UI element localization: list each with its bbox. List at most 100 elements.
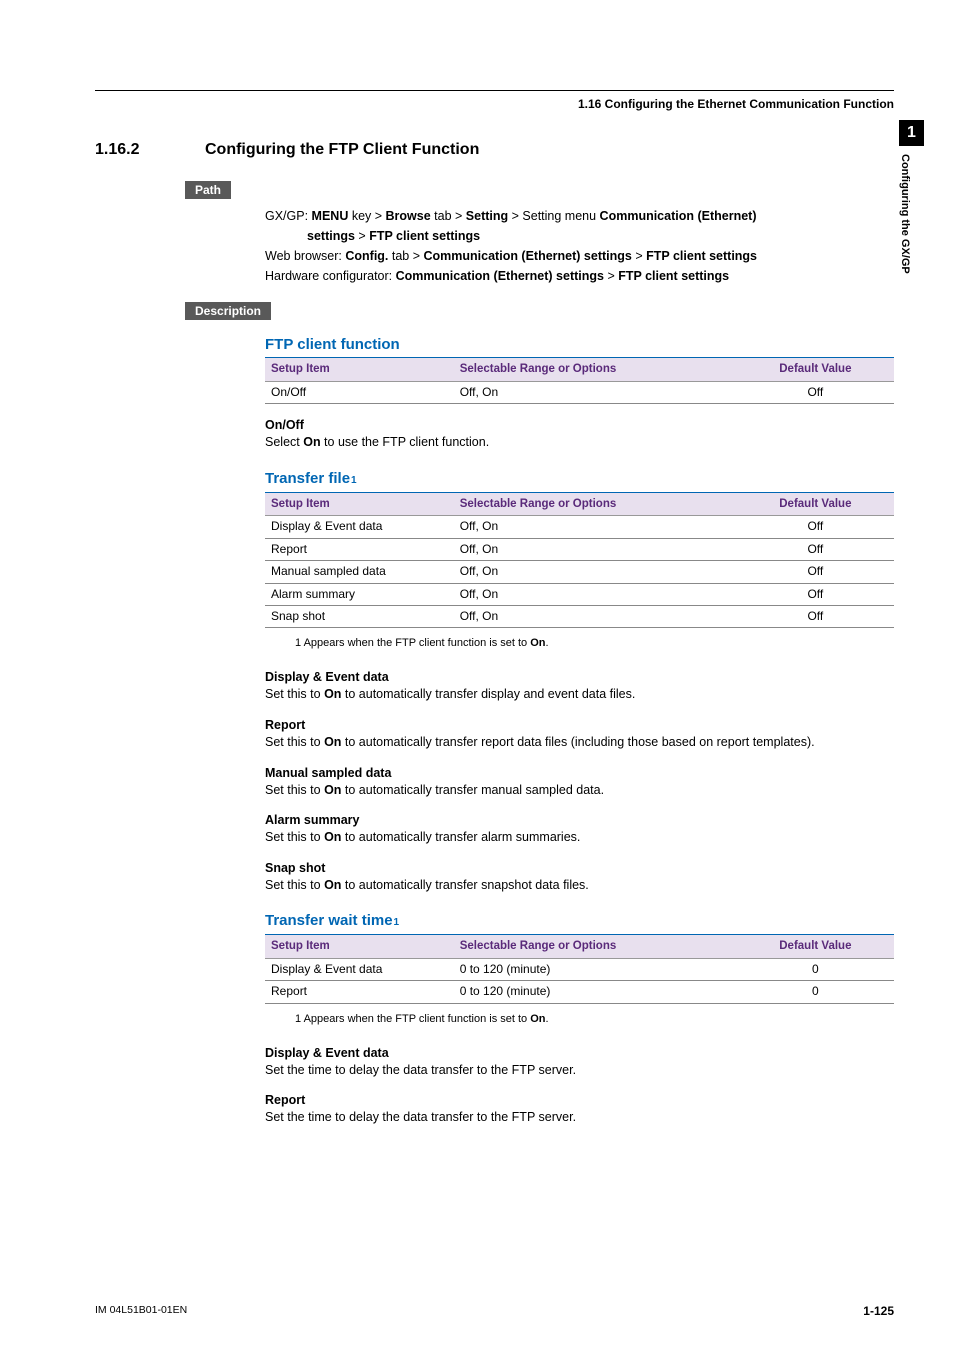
text: Set this to (265, 830, 324, 844)
twt-sub-head: Report (265, 1091, 894, 1109)
twt-sub-text: Set the time to delay the data transfer … (265, 1062, 894, 1080)
tf-sub-text: Set this to On to automatically transfer… (265, 782, 894, 800)
col-default: Default Value (737, 935, 894, 958)
text: 1 Appears when the FTP client function i… (295, 1013, 530, 1025)
transfer-file-table: Setup Item Selectable Range or Options D… (265, 493, 894, 629)
table-row: Manual sampled dataOff, OnOff (265, 561, 894, 583)
text: Select (265, 435, 303, 449)
content-block: Path GX/GP: MENU key > Browse tab > Sett… (185, 181, 894, 1127)
cell: Off (737, 605, 894, 627)
cell: Off (737, 538, 894, 560)
onoff-head: On/Off (265, 416, 894, 434)
ftp-client-settings: FTP client settings (646, 249, 757, 263)
path-line-3: Web browser: Config. tab > Communication… (265, 247, 894, 265)
cell: Off, On (454, 561, 737, 583)
running-header: 1.16 Configuring the Ethernet Communicat… (95, 97, 894, 111)
text: to automatically transfer snapshot data … (341, 878, 588, 892)
tf-sub-text: Set this to On to automatically transfer… (265, 734, 894, 752)
comm-ethernet: Communication (Ethernet) (600, 209, 757, 223)
tf-sub-head: Display & Event data (265, 668, 894, 686)
ftp-client-settings: FTP client settings (369, 229, 480, 243)
col-setup-item: Setup Item (265, 935, 454, 958)
table-row: ReportOff, OnOff (265, 538, 894, 560)
cell: Report (265, 981, 454, 1003)
cell: Off, On (454, 538, 737, 560)
cell: Off (737, 516, 894, 538)
text: Set this to (265, 735, 324, 749)
tf-sub-head: Alarm summary (265, 811, 894, 829)
tf-sub-text: Set this to On to automatically transfer… (265, 686, 894, 704)
ftp-client-function-heading: FTP client function (265, 334, 894, 359)
table-row: Report0 to 120 (minute)0 (265, 981, 894, 1003)
page: 1.16 Configuring the Ethernet Communicat… (0, 0, 954, 1350)
cell: 0 to 120 (minute) (454, 981, 737, 1003)
col-options: Selectable Range or Options (454, 935, 737, 958)
footnote: 1 Appears when the FTP client function i… (265, 632, 894, 656)
description-body: FTP client function Setup Item Selectabl… (265, 334, 894, 1127)
text: to automatically transfer display and ev… (341, 687, 635, 701)
heading-text: FTP client function (265, 334, 400, 356)
text: GX/GP: (265, 209, 312, 223)
cell: Off (737, 561, 894, 583)
table-row: Display & Event dataOff, OnOff (265, 516, 894, 538)
bold: On (303, 435, 320, 449)
bold: On (530, 1013, 545, 1025)
transfer-file-heading: Transfer file1 (265, 468, 894, 493)
tf-sub-text: Set this to On to automatically transfer… (265, 829, 894, 847)
text: to automatically transfer alarm summarie… (341, 830, 580, 844)
heading-text: Transfer file (265, 468, 350, 490)
col-default: Default Value (737, 493, 894, 516)
cell: Display & Event data (265, 516, 454, 538)
col-setup-item: Setup Item (265, 493, 454, 516)
text: Set this to (265, 783, 324, 797)
cell: Snap shot (265, 605, 454, 627)
text: to automatically transfer manual sampled… (341, 783, 604, 797)
cell: Alarm summary (265, 583, 454, 605)
transfer-wait-time-heading: Transfer wait time1 (265, 910, 894, 935)
cell: 0 (737, 981, 894, 1003)
text: tab > (388, 249, 423, 263)
text: 1 Appears when the FTP client function i… (295, 637, 530, 649)
heading-text: Transfer wait time (265, 910, 393, 932)
bold: On (324, 830, 341, 844)
cell: Report (265, 538, 454, 560)
text: to use the FTP client function. (321, 435, 490, 449)
table-row: Display & Event data0 to 120 (minute)0 (265, 958, 894, 980)
text: > (604, 269, 618, 283)
setting: Setting (466, 209, 508, 223)
bold: On (324, 735, 341, 749)
col-setup-item: Setup Item (265, 358, 454, 381)
text: > Setting menu (508, 209, 599, 223)
text: . (546, 637, 549, 649)
side-tab-text: Configuring the GX/GP (899, 146, 911, 274)
bold: On (324, 878, 341, 892)
section-title: Configuring the FTP Client Function (205, 141, 479, 159)
cell: Off (737, 381, 894, 403)
bold: On (530, 637, 545, 649)
cell: Off, On (454, 381, 737, 403)
menu-key: MENU (312, 209, 349, 223)
footnote: 1 Appears when the FTP client function i… (265, 1008, 894, 1032)
text: Web browser: (265, 249, 345, 263)
cell: On/Off (265, 381, 454, 403)
chapter-number-box: 1 (899, 120, 924, 146)
footer-left: IM 04L51B01-01EN (95, 1304, 187, 1318)
bold: On (324, 687, 341, 701)
superscript: 1 (394, 916, 400, 931)
col-options: Selectable Range or Options (454, 493, 737, 516)
table-row: On/Off Off, On Off (265, 381, 894, 403)
twt-sub-text: Set the time to delay the data transfer … (265, 1109, 894, 1127)
text: to automatically transfer report data fi… (341, 735, 814, 749)
tf-sub-head: Report (265, 716, 894, 734)
comm-ethernet-settings: Communication (Ethernet) settings (396, 269, 604, 283)
text: > (632, 249, 646, 263)
text: Set this to (265, 878, 324, 892)
ftp-client-settings: FTP client settings (618, 269, 729, 283)
path-body: GX/GP: MENU key > Browse tab > Setting >… (265, 207, 894, 286)
text: key > (348, 209, 385, 223)
col-default: Default Value (737, 358, 894, 381)
top-rule (95, 90, 894, 91)
cell: Off, On (454, 605, 737, 627)
text: . (546, 1013, 549, 1025)
section-heading-row: 1.16.2 Configuring the FTP Client Functi… (95, 141, 894, 159)
